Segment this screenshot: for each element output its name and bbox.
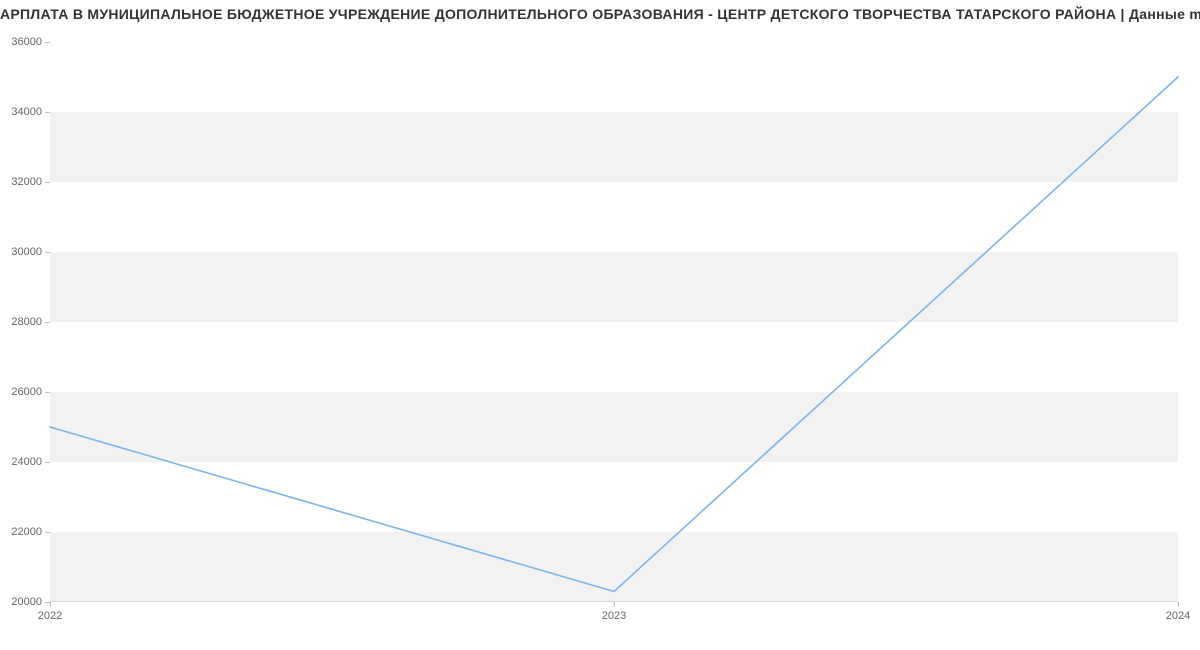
y-tick — [45, 182, 50, 183]
x-tick-label: 2024 — [1166, 610, 1190, 622]
y-tick — [45, 322, 50, 323]
y-tick — [45, 252, 50, 253]
y-tick-label: 28000 — [11, 316, 42, 328]
y-tick-label: 30000 — [11, 246, 42, 258]
y-tick — [45, 112, 50, 113]
y-tick-label: 34000 — [11, 106, 42, 118]
x-tick-label: 2022 — [38, 610, 62, 622]
x-tick — [50, 602, 51, 607]
y-tick-label: 32000 — [11, 176, 42, 188]
y-tick — [45, 462, 50, 463]
x-tick — [614, 602, 615, 607]
chart-container: АРПЛАТА В МУНИЦИПАЛЬНОЕ БЮДЖЕТНОЕ УЧРЕЖД… — [0, 0, 1200, 650]
y-tick — [45, 392, 50, 393]
line-svg — [50, 42, 1178, 602]
y-tick-label: 20000 — [11, 596, 42, 608]
series-line — [50, 77, 1178, 592]
y-tick — [45, 42, 50, 43]
x-tick — [1178, 602, 1179, 607]
y-tick-label: 22000 — [11, 526, 42, 538]
plot-area: 2000022000240002600028000300003200034000… — [50, 42, 1178, 602]
y-tick-label: 26000 — [11, 386, 42, 398]
chart-title: АРПЛАТА В МУНИЦИПАЛЬНОЕ БЮДЖЕТНОЕ УЧРЕЖД… — [0, 6, 1200, 22]
y-tick-label: 36000 — [11, 36, 42, 48]
y-tick-label: 24000 — [11, 456, 42, 468]
x-tick-label: 2023 — [602, 610, 626, 622]
y-tick — [45, 532, 50, 533]
